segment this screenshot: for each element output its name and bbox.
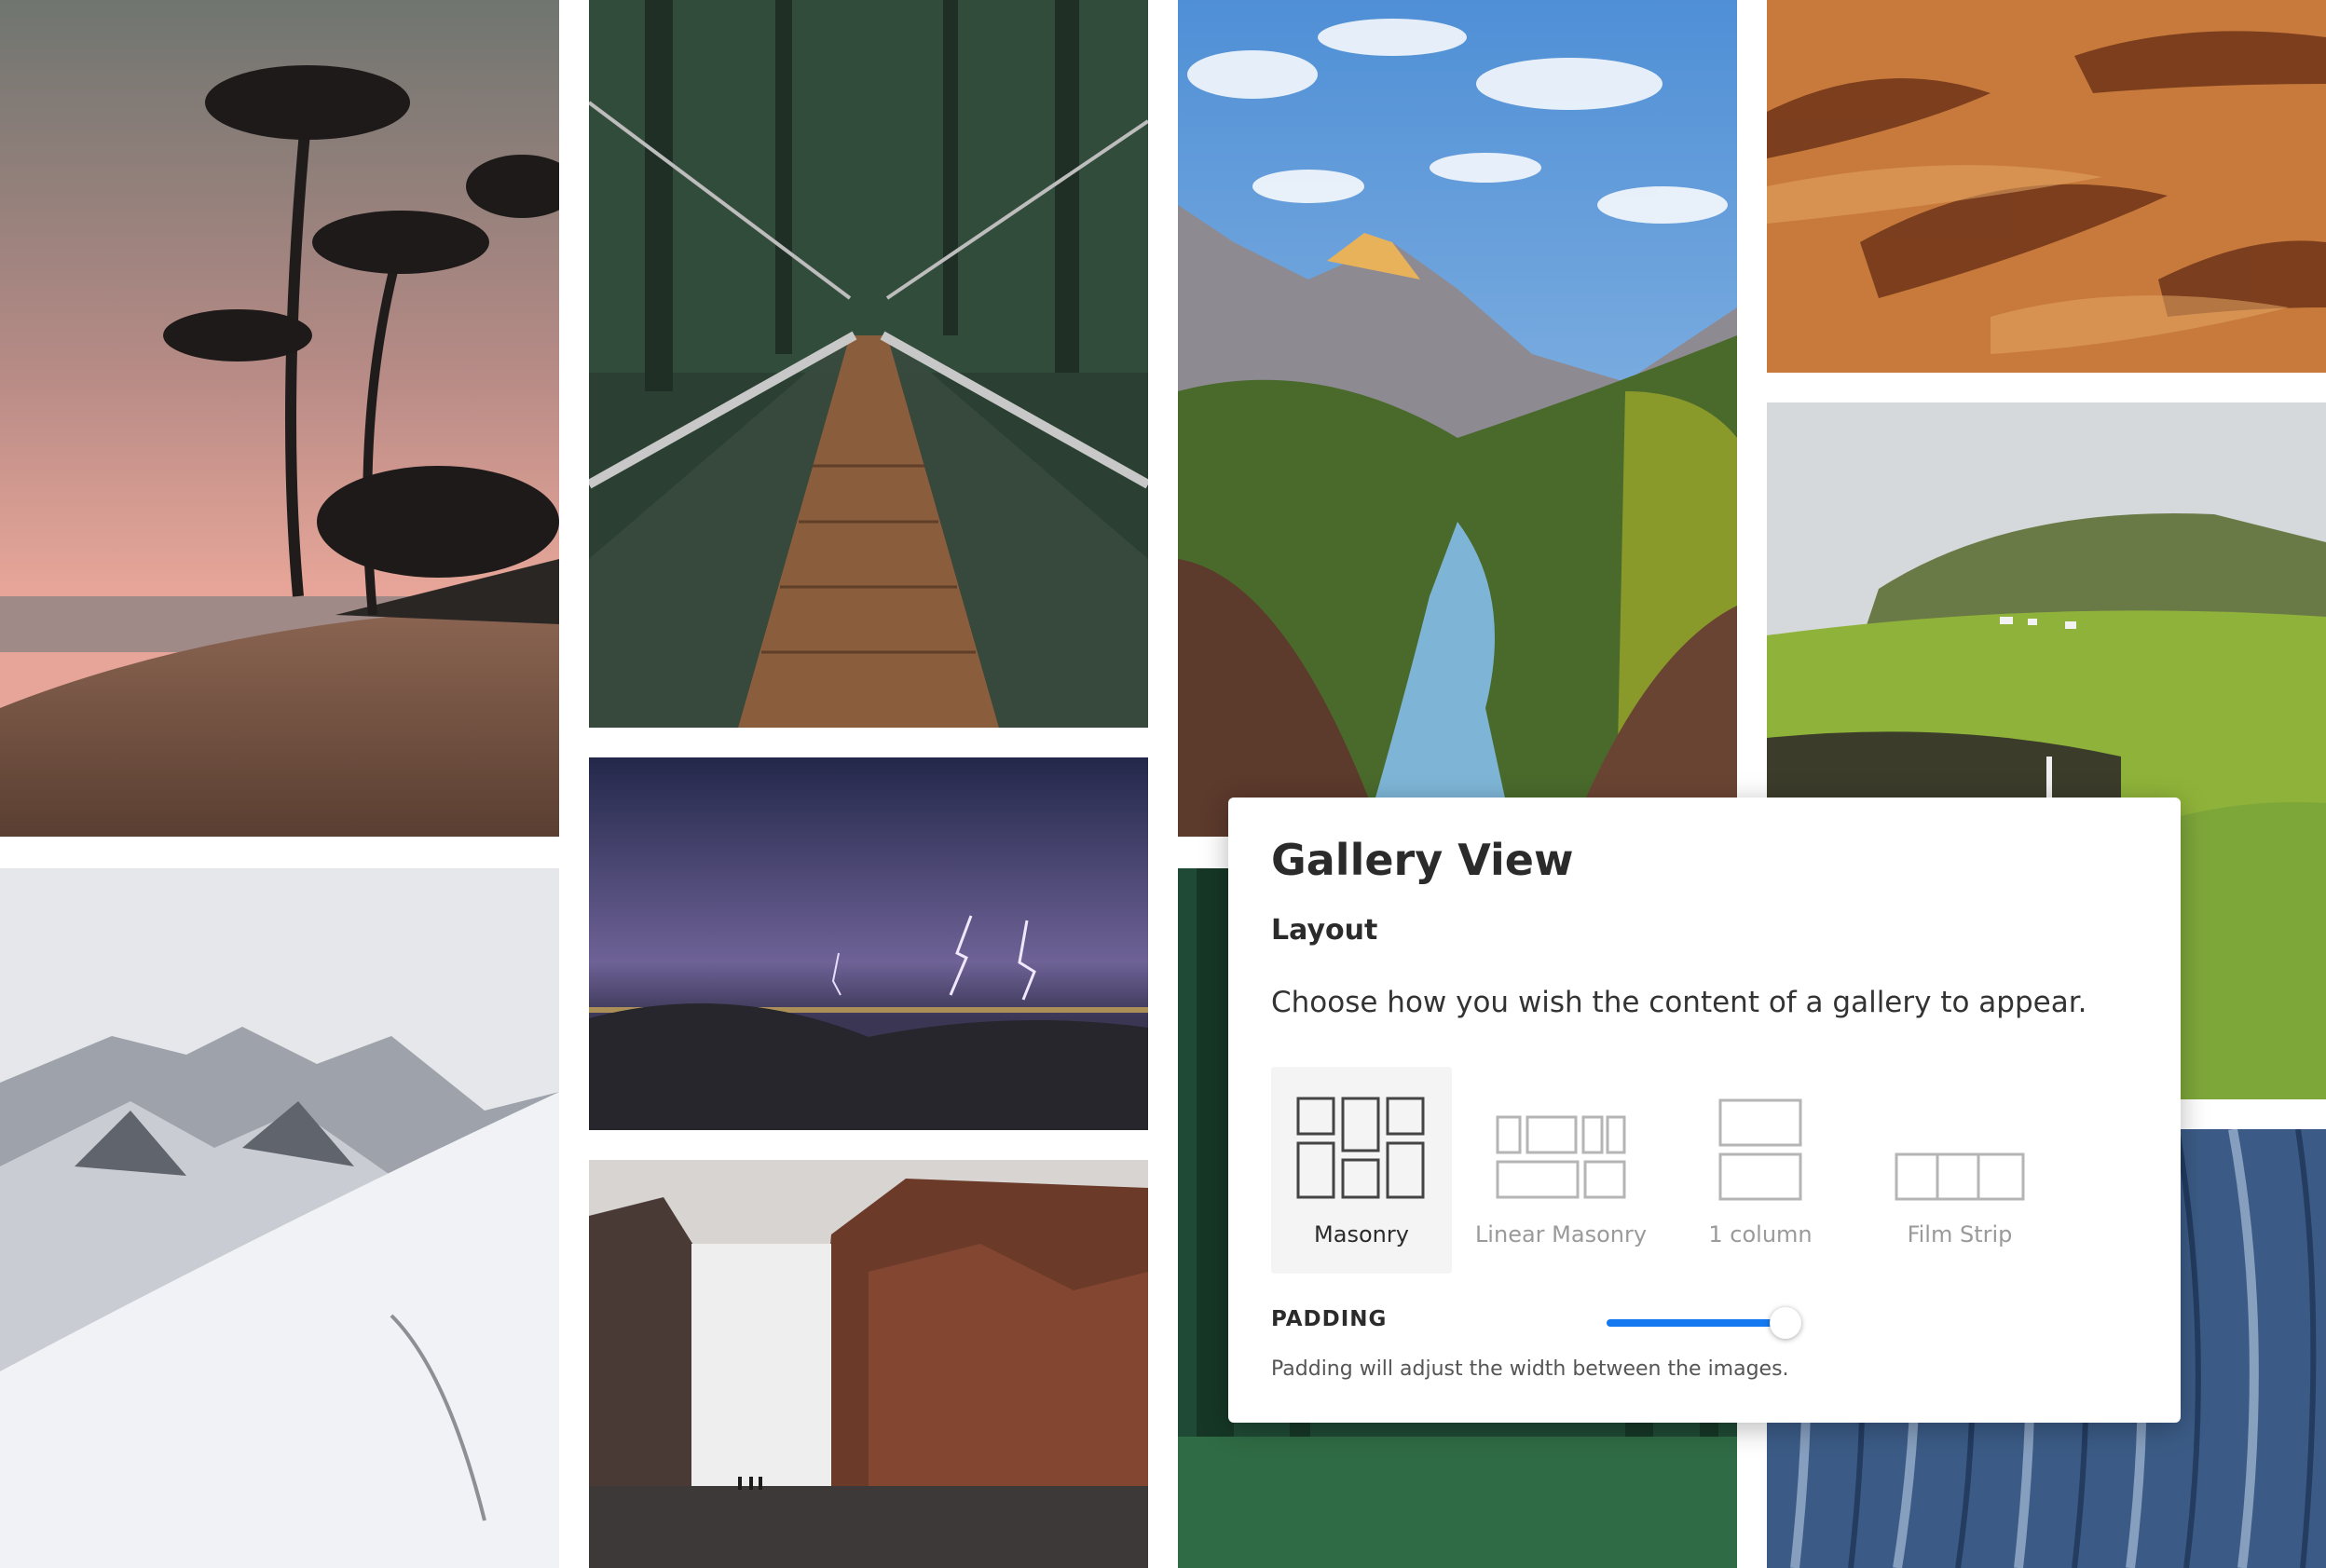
gallery-image-desert-dunes[interactable] <box>1767 0 2326 373</box>
film-strip-icon <box>1895 1152 2025 1201</box>
padding-slider-knob[interactable] <box>1769 1307 1801 1340</box>
layout-option-one-column[interactable]: 1 column <box>1670 1067 1851 1274</box>
gallery-image-suspension-bridge[interactable] <box>589 0 1148 728</box>
linear-masonry-icon <box>1496 1115 1626 1199</box>
layout-label-film-strip: Film Strip <box>1907 1221 2013 1248</box>
gallery-image-beach-sunset[interactable] <box>0 0 559 837</box>
panel-title: Gallery View <box>1271 835 1574 885</box>
padding-row: PADDING <box>1271 1302 2138 1340</box>
layout-option-film-strip[interactable]: Film Strip <box>1869 1067 2050 1274</box>
gallery-image-lightning-storm[interactable] <box>589 757 1148 1130</box>
one-column-icon <box>1718 1098 1802 1201</box>
gallery-image-canyon-river[interactable] <box>1178 0 1737 837</box>
padding-slider[interactable] <box>1607 1307 1801 1340</box>
padding-help-text: Padding will adjust the width between th… <box>1271 1357 1789 1382</box>
layout-label-linear-masonry: Linear Masonry <box>1474 1221 1648 1248</box>
padding-slider-fill <box>1607 1319 1786 1328</box>
padding-label: PADDING <box>1271 1307 1388 1332</box>
layout-section-title: Layout <box>1271 914 1378 947</box>
layout-label-one-column: 1 column <box>1708 1221 1813 1248</box>
layout-options: Masonry Linear Masonry 1 column Film Str… <box>1271 1067 2138 1288</box>
layout-option-linear-masonry[interactable]: Linear Masonry <box>1471 1067 1651 1274</box>
layout-label-masonry: Masonry <box>1314 1221 1409 1248</box>
layout-description: Choose how you wish the content of a gal… <box>1271 986 2087 1019</box>
layout-option-masonry[interactable]: Masonry <box>1271 1067 1452 1275</box>
masonry-icon <box>1296 1097 1425 1199</box>
gallery-image-waterfall[interactable] <box>589 1160 1148 1568</box>
gallery-view-panel: Gallery View Layout Choose how you wish … <box>1228 798 2181 1423</box>
gallery-image-snowy-mountains[interactable] <box>0 868 559 1568</box>
